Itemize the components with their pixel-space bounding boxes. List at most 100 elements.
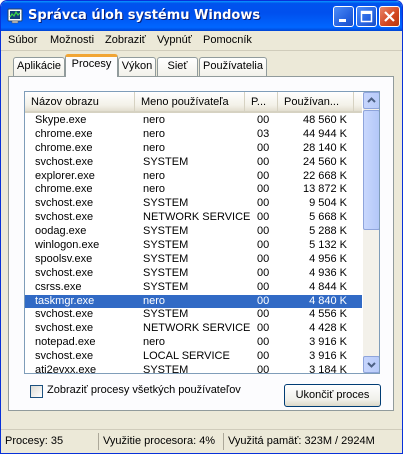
process-user: NETWORK SERVICE — [143, 211, 251, 224]
process-name: oodag.exe — [35, 225, 87, 238]
scroll-thumb[interactable] — [363, 110, 379, 230]
process-memory: 3 916 K — [309, 336, 347, 349]
menu-help[interactable]: Pomocník — [203, 34, 252, 46]
process-user: LOCAL SERVICE — [143, 350, 230, 363]
status-bar: Procesy: 35 Využitie procesora: 4% Využi… — [1, 429, 402, 453]
column-header-user-name[interactable]: Meno používateľa — [135, 92, 245, 113]
scroll-down-button[interactable] — [363, 356, 379, 373]
title-bar[interactable]: Správca úloh systému Windows — [1, 1, 402, 31]
tab-applications[interactable]: Aplikácie — [13, 57, 65, 76]
menu-view[interactable]: Zobraziť — [105, 34, 146, 46]
process-cpu: 00 — [257, 364, 270, 374]
process-memory: 4 840 K — [309, 294, 347, 307]
process-memory: 5 668 K — [309, 211, 347, 224]
process-cpu: 00 — [257, 350, 270, 363]
process-user: SYSTEM — [143, 225, 189, 238]
process-cpu: 00 — [257, 239, 270, 252]
show-all-processes-checkbox[interactable] — [30, 385, 43, 398]
process-row[interactable]: svchost.exe LOCAL SERVICE 00 3 916 K — [25, 350, 362, 364]
process-name: chrome.exe — [35, 127, 93, 140]
process-cpu: 00 — [257, 169, 270, 182]
process-memory: 4 936 K — [309, 266, 347, 279]
process-row[interactable]: explorer.exe nero 00 22 668 K — [25, 170, 362, 184]
process-row[interactable]: ati2evxx.exe SYSTEM 00 3 184 K — [25, 364, 362, 374]
scroll-up-button[interactable] — [363, 92, 379, 109]
process-name: svchost.exe — [35, 322, 94, 335]
process-row[interactable]: taskmgr.exe nero 00 4 840 K — [25, 294, 362, 309]
process-row[interactable]: svchost.exe SYSTEM 00 4 936 K — [25, 267, 362, 281]
process-name: chrome.exe — [35, 183, 93, 196]
process-cpu: 00 — [257, 155, 270, 168]
window-title: Správca úloh systému Windows — [28, 8, 261, 23]
process-row[interactable]: oodag.exe SYSTEM 00 5 288 K — [25, 225, 362, 239]
process-user: nero — [143, 114, 166, 126]
process-user: SYSTEM — [143, 308, 189, 321]
process-row[interactable]: chrome.exe nero 03 44 944 K — [25, 128, 362, 142]
task-manager-icon — [7, 8, 23, 24]
process-row[interactable]: chrome.exe nero 00 13 872 K — [25, 183, 362, 197]
tab-performance[interactable]: Výkon — [118, 57, 156, 76]
process-row[interactable]: Skype.exe nero 00 48 560 K — [25, 114, 362, 128]
process-row[interactable]: svchost.exe SYSTEM 00 24 560 K — [25, 156, 362, 170]
process-memory: 5 288 K — [309, 225, 347, 238]
process-row[interactable]: svchost.exe SYSTEM 00 9 504 K — [25, 197, 362, 211]
column-header-image-name[interactable]: Názov obrazu — [25, 92, 135, 113]
process-cpu: 00 — [257, 114, 270, 126]
process-row[interactable]: svchost.exe NETWORK SERVICE 00 5 668 K — [25, 211, 362, 225]
process-memory: 13 872 K — [302, 183, 347, 196]
process-row[interactable]: spoolsv.exe SYSTEM 00 4 956 K — [25, 253, 362, 267]
menu-file[interactable]: Súbor — [8, 34, 37, 46]
column-headers: Názov obrazu Meno používateľa P... Použí… — [25, 92, 362, 113]
column-header-memory[interactable]: Používan... — [278, 92, 354, 113]
process-name: taskmgr.exe — [35, 294, 95, 307]
process-user: SYSTEM — [143, 155, 189, 168]
tab-strip: Aplikácie Procesy Výkon Sieť Používateli… — [1, 53, 402, 77]
maximize-button[interactable] — [356, 6, 377, 27]
process-memory: 3 184 K — [309, 364, 347, 374]
process-row[interactable]: svchost.exe SYSTEM 00 4 556 K — [25, 308, 362, 322]
process-row[interactable]: chrome.exe nero 00 28 140 K — [25, 142, 362, 156]
process-memory: 22 668 K — [302, 169, 347, 182]
chevron-up-icon — [367, 97, 376, 103]
process-memory: 4 556 K — [309, 308, 347, 321]
process-cpu: 00 — [257, 280, 270, 293]
process-memory: 28 140 K — [302, 141, 347, 154]
vertical-scrollbar[interactable] — [363, 92, 379, 373]
process-row[interactable]: svchost.exe NETWORK SERVICE 00 4 428 K — [25, 322, 362, 336]
tab-processes[interactable]: Procesy — [65, 54, 118, 77]
process-cpu: 00 — [257, 197, 270, 210]
tab-users[interactable]: Používatelia — [199, 57, 267, 76]
close-button[interactable] — [379, 6, 400, 27]
process-row[interactable]: notepad.exe nero 00 3 916 K — [25, 336, 362, 350]
process-user: nero — [143, 141, 166, 154]
process-name: svchost.exe — [35, 308, 94, 321]
end-process-button[interactable]: Ukončiť proces — [284, 384, 381, 407]
status-process-count: Procesy: 35 — [5, 435, 64, 447]
status-memory-usage: Využitá pamäť: 323M / 2924M — [223, 433, 399, 450]
process-name: ati2evxx.exe — [35, 364, 97, 374]
process-row[interactable]: winlogon.exe SYSTEM 00 5 132 K — [25, 239, 362, 253]
process-user: SYSTEM — [143, 252, 189, 265]
process-row[interactable]: csrss.exe SYSTEM 00 4 844 K — [25, 281, 362, 295]
process-user: SYSTEM — [143, 280, 189, 293]
process-memory: 9 504 K — [309, 197, 347, 210]
process-cpu: 00 — [257, 266, 270, 279]
process-name: notepad.exe — [35, 336, 96, 349]
menu-options[interactable]: Možnosti — [50, 34, 94, 46]
minimize-button[interactable] — [333, 6, 354, 27]
process-memory: 44 944 K — [302, 127, 347, 140]
menu-shutdown[interactable]: Vypnúť — [157, 34, 192, 46]
column-header-cpu[interactable]: P... — [245, 92, 278, 113]
process-cpu: 00 — [257, 322, 270, 335]
process-name: svchost.exe — [35, 266, 94, 279]
process-cpu: 00 — [257, 252, 270, 265]
chevron-down-icon — [367, 362, 376, 368]
process-memory: 4 428 K — [309, 322, 347, 335]
menu-bar: Súbor Možnosti Zobraziť Vypnúť Pomocník — [1, 31, 402, 51]
tab-network[interactable]: Sieť — [157, 57, 198, 76]
process-list[interactable]: Názov obrazu Meno používateľa P... Použí… — [24, 91, 380, 374]
process-memory: 4 956 K — [309, 252, 347, 265]
process-name: explorer.exe — [35, 169, 95, 182]
process-user: SYSTEM — [143, 364, 189, 374]
process-memory: 4 844 K — [309, 280, 347, 293]
